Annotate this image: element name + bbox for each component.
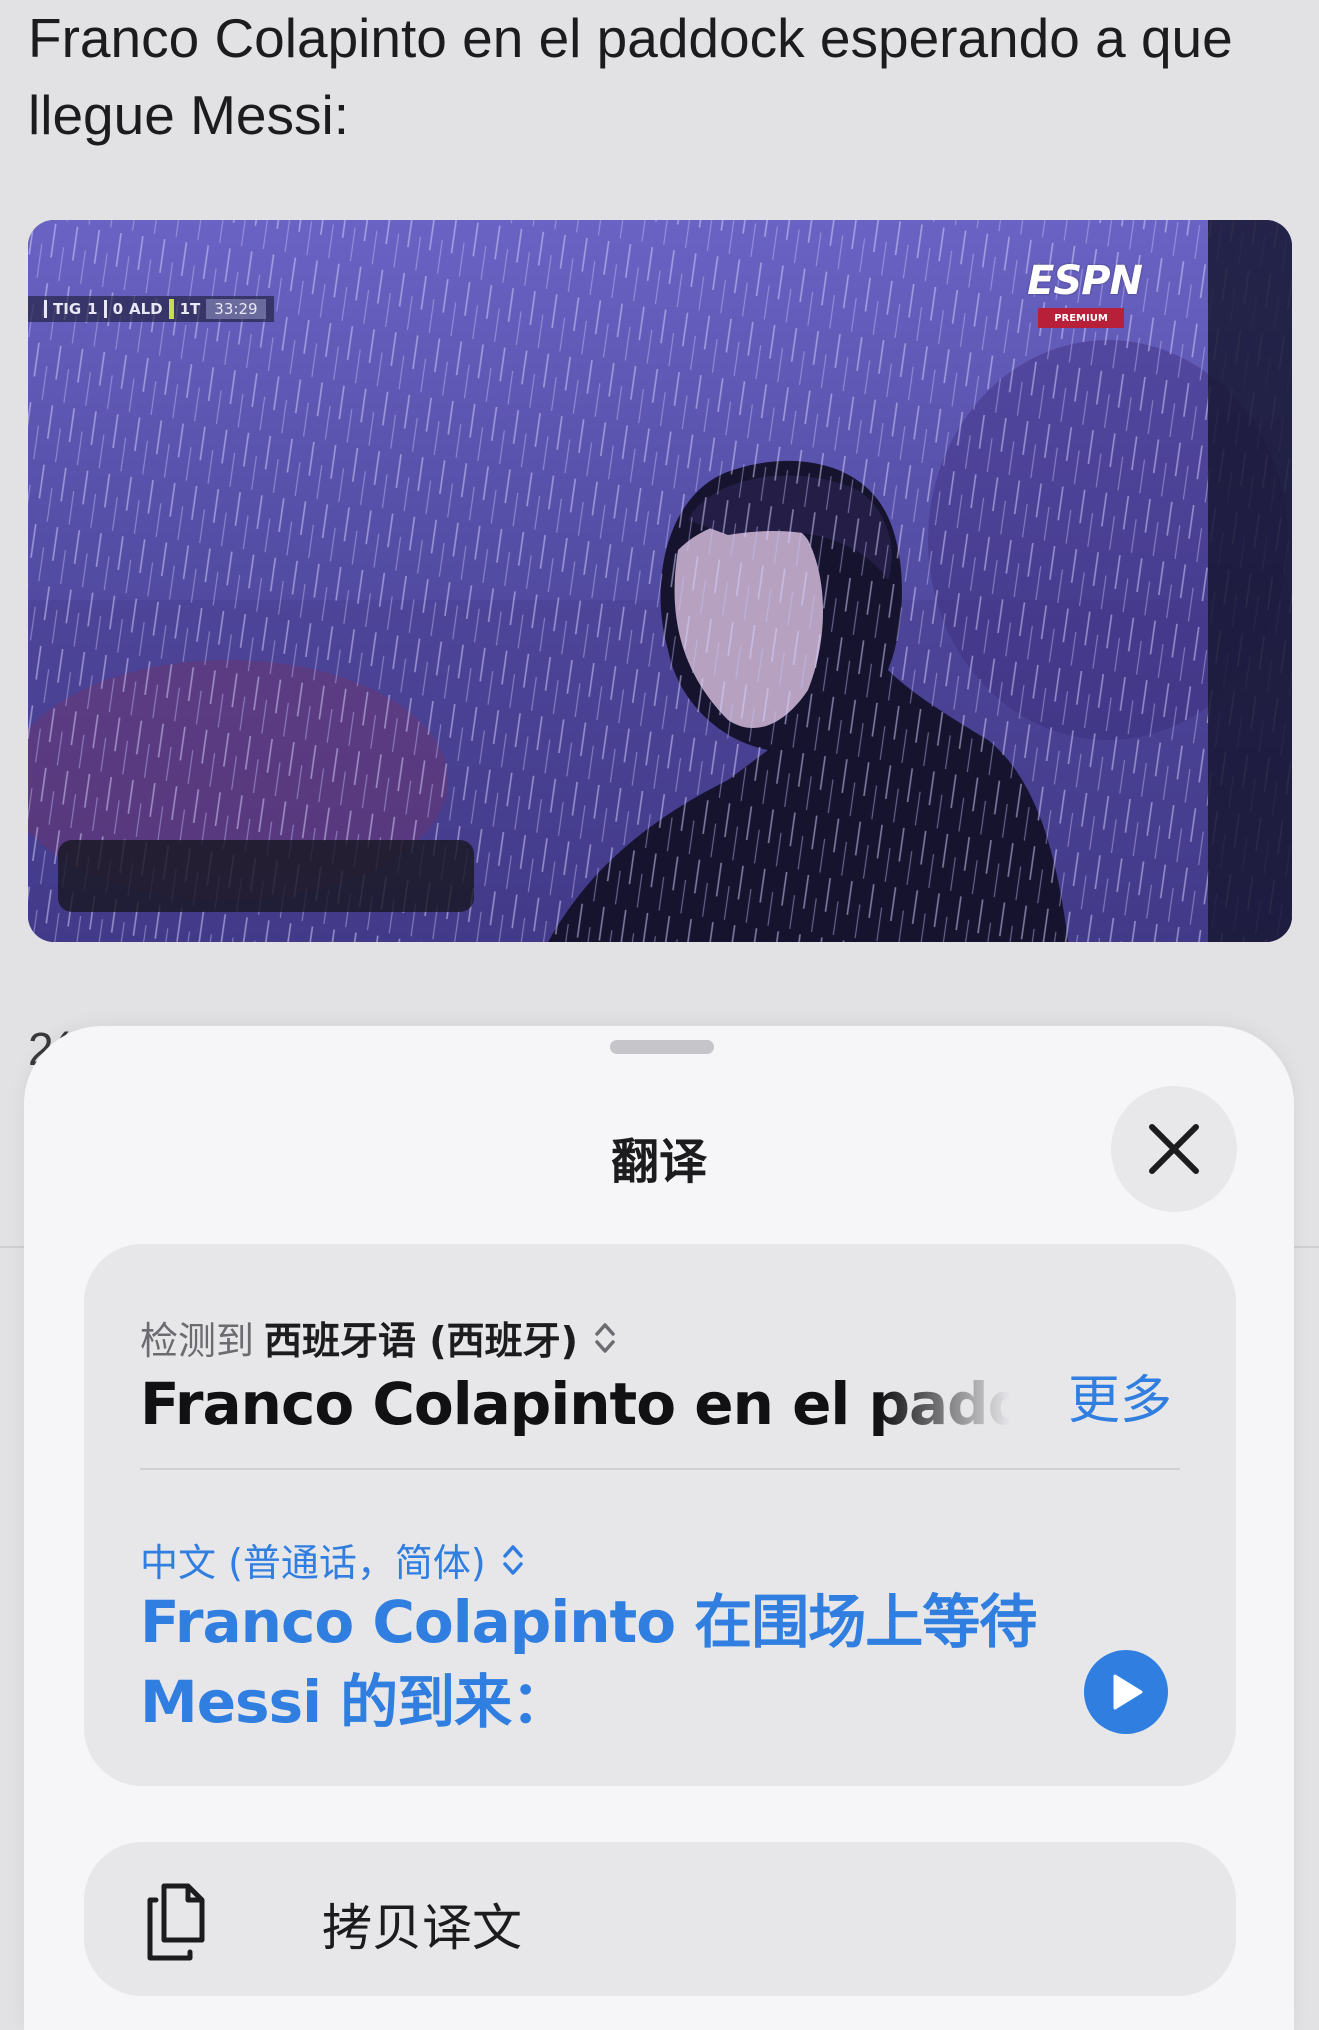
home-score: 1 [87, 300, 98, 318]
source-text-container: Franco Colapinto en el paddock esperando… [140, 1364, 1010, 1444]
scoreboard-accent [168, 299, 174, 319]
detected-label: 检测到 [140, 1319, 255, 1363]
target-language: 中文 (普通话，简体) [140, 1541, 486, 1585]
play-icon [1113, 1674, 1143, 1710]
translation-card: 检测到 西班牙语 (西班牙) Franco Colapinto en el pa… [84, 1244, 1236, 1786]
copy-translation-button[interactable]: 拷贝译文 [84, 1842, 1236, 1996]
tweet-text: Franco Colapinto en el paddock esperando… [28, 7, 1233, 146]
chevron-up-down-icon [502, 1544, 523, 1575]
translated-text: Franco Colapinto 在围场上等待 Messi 的到来： [140, 1588, 1037, 1736]
video-frame [28, 220, 1292, 942]
card-divider [140, 1468, 1180, 1470]
tweet-video[interactable]: TIG 1 0 ALD 1T 33:29 ESPN PREMIUM [28, 220, 1292, 942]
away-score: 0 [112, 300, 123, 318]
broadcaster-sub-logo: PREMIUM [1038, 308, 1124, 328]
match-period: 1T [179, 300, 201, 318]
source-language: 西班牙语 (西班牙) [264, 1319, 578, 1363]
close-button[interactable] [1111, 1086, 1237, 1212]
play-translation-button[interactable] [1084, 1650, 1168, 1734]
target-language-selector[interactable]: 中文 (普通话，简体) [140, 1532, 526, 1587]
broadcaster-logo: ESPN [1027, 258, 1143, 304]
away-team: ALD [129, 300, 163, 318]
source-language-selector[interactable]: 检测到 西班牙语 (西班牙) [140, 1310, 618, 1365]
scoreboard-divider [103, 300, 107, 318]
video-caption-overlay [58, 840, 474, 912]
translate-sheet: 翻译 检测到 西班牙语 (西班牙) Franco Colapinto en el… [24, 1026, 1294, 2030]
copy-icon [147, 1883, 205, 1961]
source-text: Franco Colapinto en el paddock esperando… [140, 1370, 1010, 1438]
copy-translation-label: 拷贝译文 [322, 1899, 522, 1957]
close-icon [1149, 1124, 1199, 1174]
more-button[interactable]: 更多 [1068, 1358, 1172, 1433]
sheet-title: 翻译 [610, 1134, 707, 1190]
home-team: TIG [53, 300, 82, 318]
scoreboard-divider [44, 300, 47, 318]
match-clock: 33:29 [206, 299, 266, 319]
sheet-grabber[interactable] [610, 1040, 714, 1054]
scoreboard: TIG 1 0 ALD 1T 33:29 [28, 296, 274, 322]
chevron-up-down-icon [595, 1322, 615, 1353]
